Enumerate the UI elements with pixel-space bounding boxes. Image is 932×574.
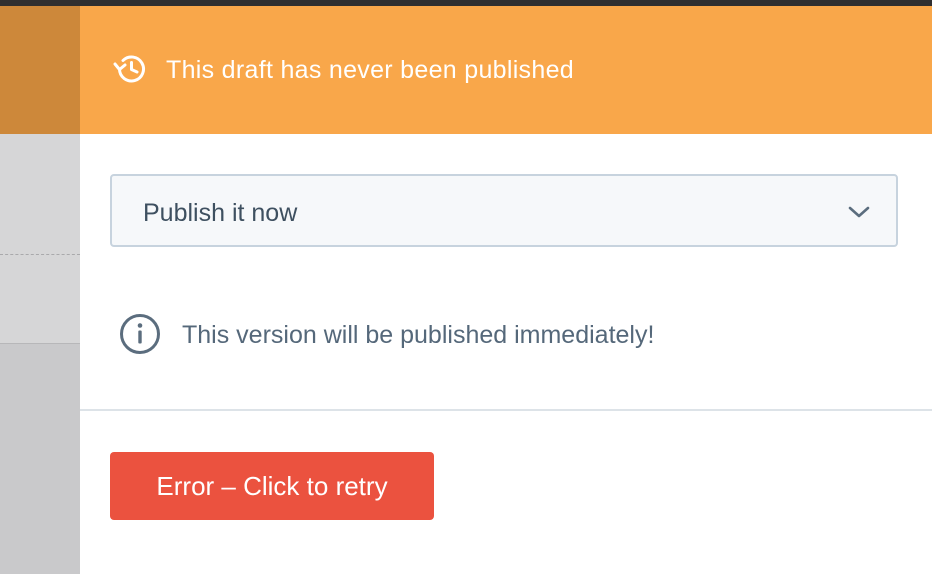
dimmed-background[interactable] bbox=[0, 6, 80, 574]
select-value: Publish it now bbox=[143, 199, 298, 227]
background-dashed-divider bbox=[0, 254, 80, 255]
info-text: This version will be published immediate… bbox=[182, 321, 655, 349]
background-divider bbox=[0, 343, 80, 344]
footer-divider bbox=[80, 409, 932, 411]
screen: This draft has never been published Publ… bbox=[0, 0, 932, 574]
background-panel bbox=[0, 134, 80, 343]
history-clock-icon bbox=[108, 47, 152, 91]
banner-text: This draft has never been published bbox=[166, 56, 574, 84]
draft-status-banner: This draft has never been published bbox=[80, 6, 932, 134]
publish-timing-select[interactable]: Publish it now bbox=[110, 174, 898, 247]
retry-publish-button[interactable]: Error – Click to retry bbox=[110, 452, 434, 520]
chevron-down-icon bbox=[848, 205, 870, 219]
info-circle-icon bbox=[118, 312, 162, 356]
publish-dialog: This draft has never been published Publ… bbox=[80, 6, 932, 574]
background-header bbox=[0, 6, 80, 134]
